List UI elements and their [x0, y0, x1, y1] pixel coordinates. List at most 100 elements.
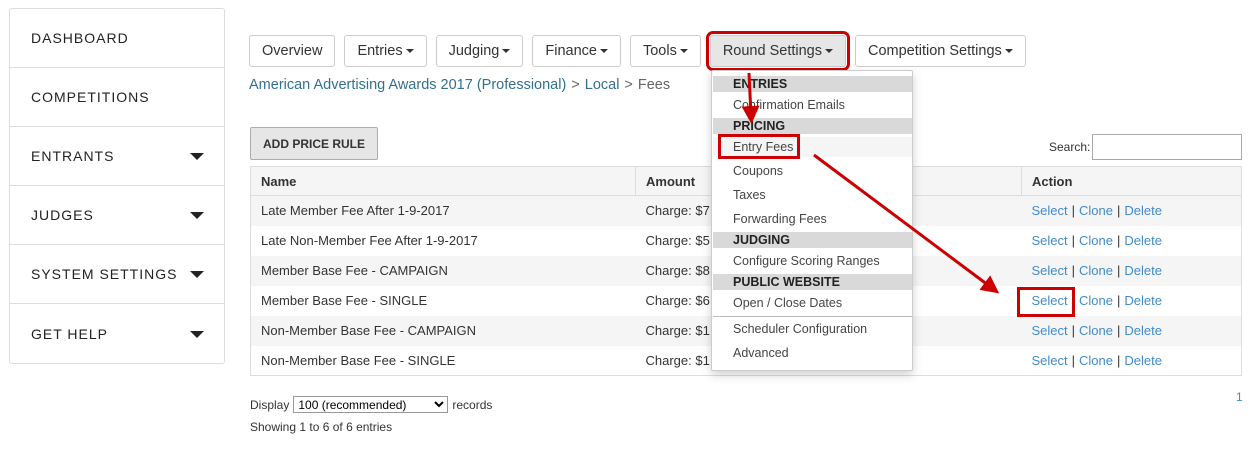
action-cell: Select | Clone | Delete	[1021, 255, 1242, 286]
select-link[interactable]: Select	[1032, 263, 1068, 278]
menu-item-taxes[interactable]: Taxes	[713, 185, 912, 205]
fee-name-cell: Non-Member Base Fee - CAMPAIGN	[250, 315, 636, 346]
fee-name-cell: Member Base Fee - CAMPAIGN	[250, 255, 636, 286]
round-settings-label: Round Settings	[722, 43, 822, 59]
sidebar-item-judges[interactable]: JUDGES	[10, 186, 224, 245]
caret-down-icon	[502, 49, 511, 53]
clone-link[interactable]: Clone	[1079, 263, 1113, 278]
overview-label: Overview	[262, 43, 323, 59]
delete-link[interactable]: Delete	[1124, 263, 1162, 278]
action-cell: Select | Clone | Delete	[1021, 315, 1242, 346]
display-label: Display	[250, 397, 290, 412]
clone-link[interactable]: Clone	[1079, 353, 1113, 368]
entries-dropdown-button[interactable]: Entries	[344, 35, 427, 67]
action-cell: Select | Clone | Delete	[1022, 226, 1242, 256]
round-settings-dropdown-menu: ENTRIES Confirmation Emails PRICING Entr…	[711, 70, 913, 371]
breadcrumb: American Advertising Awards 2017 (Profes…	[249, 77, 670, 93]
caret-down-icon	[190, 330, 204, 338]
pagination-page-1[interactable]: 1	[1236, 390, 1243, 404]
delete-link[interactable]: Delete	[1124, 233, 1162, 248]
sidebar-item-label: JUDGES	[31, 207, 94, 223]
caret-down-icon	[190, 153, 204, 160]
sidebar-item-label: ENTRANTS	[31, 148, 115, 164]
breadcrumb-separator: >	[624, 77, 633, 93]
fee-name-cell: Non-Member Base Fee - SINGLE	[261, 352, 456, 368]
sidebar-item-entrants[interactable]: ENTRANTS	[10, 127, 224, 186]
action-cell: Select | Clone | Delete	[1021, 195, 1242, 226]
caret-down-icon	[190, 271, 204, 278]
tools-dropdown-button[interactable]: Tools	[629, 35, 701, 67]
menu-item-scheduler-configuration[interactable]: Scheduler Configuration	[713, 319, 912, 339]
records-per-page-select[interactable]: 100 (recommended)	[293, 396, 449, 413]
menu-item-forwarding-fees[interactable]: Forwarding Fees	[713, 209, 912, 229]
separator: |	[1117, 293, 1121, 308]
select-link[interactable]: Select	[1032, 353, 1068, 368]
records-label: records	[452, 397, 493, 412]
add-price-rule-button[interactable]: ADD PRICE RULE	[250, 127, 379, 160]
menu-item-configure-scoring-ranges[interactable]: Configure Scoring Ranges	[713, 251, 912, 271]
sidebar-item-competitions[interactable]: COMPETITIONS	[10, 68, 224, 127]
showing-entries-info: Showing 1 to 6 of 6 entries	[250, 420, 393, 434]
delete-link[interactable]: Delete	[1124, 293, 1162, 308]
tools-label: Tools	[642, 43, 677, 59]
caret-down-icon	[190, 212, 204, 219]
sidebar-item-label: DASHBOARD	[31, 30, 129, 46]
overview-button[interactable]: Overview	[249, 35, 336, 67]
menu-item-advanced[interactable]: Advanced	[713, 343, 912, 363]
caret-down-icon	[679, 49, 688, 53]
sidebar-item-label: GET HELP	[31, 325, 108, 342]
competition-settings-dropdown-button[interactable]: Competition Settings	[854, 35, 1026, 67]
judging-label: Judging	[448, 43, 500, 59]
clone-link[interactable]: Clone	[1079, 233, 1113, 248]
fee-name-cell: Member Base Fee - SINGLE	[261, 293, 428, 308]
sidebar-item-system-settings[interactable]: SYSTEM SETTINGS	[10, 245, 224, 304]
delete-link[interactable]: Delete	[1124, 353, 1162, 368]
select-link[interactable]: Select	[1032, 233, 1068, 248]
caret-down-icon	[1004, 49, 1013, 53]
clone-link[interactable]: Clone	[1079, 323, 1113, 338]
action-cell: Select | Clone | Delete	[1022, 346, 1242, 376]
search-input[interactable]	[1092, 134, 1242, 160]
menu-item-confirmation-emails[interactable]: Confirmation Emails	[713, 95, 912, 115]
sidebar-item-dashboard[interactable]: DASHBOARD	[10, 9, 224, 68]
display-records-control: Display 100 (recommended) records	[250, 396, 492, 413]
round-settings-dropdown-button[interactable]: Round Settings	[705, 31, 850, 71]
competition-settings-label: Competition Settings	[867, 43, 1002, 59]
select-highlight-box	[1017, 287, 1075, 317]
clone-link[interactable]: Clone	[1079, 203, 1113, 218]
caret-down-icon	[824, 49, 833, 53]
separator: |	[1117, 203, 1121, 219]
separator: |	[1071, 352, 1076, 368]
separator: |	[1071, 233, 1076, 248]
menu-section-judging: JUDGING	[713, 232, 912, 248]
finance-label: Finance	[545, 43, 597, 59]
delete-link[interactable]: Delete	[1124, 203, 1162, 218]
column-header-name[interactable]: Name	[250, 166, 636, 196]
caret-down-icon	[599, 49, 608, 53]
separator: |	[1117, 323, 1121, 338]
menu-item-open-close-dates[interactable]: Open / Close Dates	[713, 293, 912, 313]
select-link[interactable]: Select	[1032, 203, 1068, 218]
menu-section-public-website: PUBLIC WEBSITE	[713, 274, 912, 290]
menu-divider	[713, 316, 912, 317]
search-label: Search:	[1049, 140, 1091, 154]
breadcrumb-round-link[interactable]: Local	[585, 77, 620, 93]
fee-name-cell: Late Non-Member Fee After 1-9-2017	[261, 233, 478, 248]
breadcrumb-competition-link[interactable]: American Advertising Awards 2017 (Profes…	[249, 77, 566, 93]
breadcrumb-separator: >	[571, 77, 580, 93]
menu-item-coupons[interactable]: Coupons	[713, 161, 912, 181]
separator: |	[1071, 323, 1076, 338]
sidebar-item-label: COMPETITIONS	[31, 89, 150, 105]
menu-section-pricing: PRICING	[713, 118, 912, 134]
select-link[interactable]: Select	[1032, 323, 1068, 338]
breadcrumb-current: Fees	[637, 77, 671, 93]
fee-name-cell: Late Member Fee After 1-9-2017	[250, 195, 636, 226]
separator: |	[1071, 263, 1076, 278]
sidebar-item-get-help[interactable]: GET HELP	[10, 304, 224, 363]
clone-link[interactable]: Clone	[1079, 293, 1113, 308]
delete-link[interactable]: Delete	[1124, 323, 1162, 338]
finance-dropdown-button[interactable]: Finance	[532, 35, 621, 67]
caret-down-icon	[405, 49, 414, 53]
separator: |	[1117, 352, 1121, 368]
judging-dropdown-button[interactable]: Judging	[435, 35, 524, 67]
